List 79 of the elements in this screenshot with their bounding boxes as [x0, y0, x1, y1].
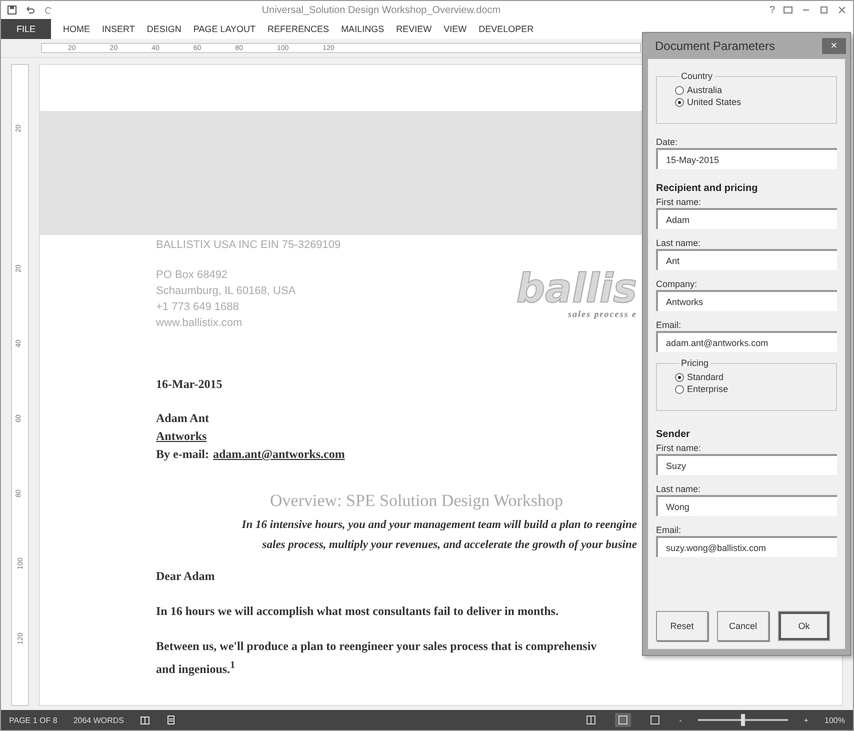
- logo-text: ballis: [516, 269, 637, 309]
- zoom-out-button[interactable]: -: [679, 716, 682, 724]
- zoom-percent[interactable]: 100%: [824, 716, 845, 724]
- undo-icon[interactable]: [25, 5, 35, 15]
- ribbon-tab[interactable]: DESIGN: [140, 19, 188, 39]
- input-field[interactable]: suzy.wong@ballistix.com: [656, 536, 837, 557]
- close-icon[interactable]: [837, 5, 847, 15]
- input-field[interactable]: Antworks: [656, 290, 837, 311]
- company-line: BALLISTIX USA INC EIN 75-3269109: [156, 238, 341, 253]
- ribbon-tab[interactable]: INSERT: [96, 19, 141, 39]
- address-line: PO Box 68492: [156, 268, 229, 283]
- redo-icon[interactable]: [43, 5, 53, 15]
- radio-button[interactable]: [675, 384, 684, 394]
- paragraph-line: In 16 hours we will accomplish what most consultants fail to deliver in months.: [156, 603, 558, 620]
- radio-label[interactable]: Australia: [687, 85, 722, 95]
- ribbon-tab[interactable]: PAGE LAYOUT: [187, 19, 262, 39]
- document-heading: Overview: SPE Solution Design Workshop: [270, 491, 563, 511]
- group-label: Pricing: [680, 358, 710, 368]
- address-line: www.ballistix.com: [156, 316, 244, 331]
- radio-button[interactable]: [675, 372, 684, 382]
- address-line: Schaumburg, IL 60168, USA: [156, 284, 296, 299]
- document-icon[interactable]: [166, 715, 176, 725]
- field-label: Date:: [656, 137, 679, 148]
- zoom-slider-thumb[interactable]: [740, 714, 745, 726]
- radio-label[interactable]: Enterprise: [687, 384, 728, 394]
- maximize-icon[interactable]: [819, 5, 829, 15]
- email-link[interactable]: adam.ant@antworks.com: [213, 445, 345, 463]
- zoom-in-button[interactable]: +: [804, 716, 809, 724]
- radio-label[interactable]: Standard: [687, 372, 724, 382]
- group-label: Country: [680, 71, 714, 81]
- radio-button[interactable]: [675, 86, 684, 94]
- field-label: Last name:: [656, 238, 702, 249]
- salutation: Dear Adam: [156, 568, 215, 585]
- book-icon[interactable]: [140, 715, 150, 725]
- ribbon-display-icon[interactable]: [783, 5, 793, 15]
- ribbon-tab[interactable]: REFERENCES: [262, 19, 336, 39]
- section-heading: Recipient and pricing: [656, 183, 759, 194]
- address-line: +1 773 649 1688: [156, 300, 240, 315]
- radio-label[interactable]: United States: [687, 97, 742, 107]
- radio-button[interactable]: [675, 98, 684, 106]
- input-field[interactable]: Ant: [656, 249, 837, 270]
- file-tab[interactable]: FILE: [1, 19, 51, 39]
- input-field[interactable]: adam.ant@antworks.com: [656, 331, 837, 352]
- logo-tagline: sales process e: [568, 309, 637, 319]
- intro-line: sales process, multiply your revenues, and accelerate the growth of your busine: [262, 538, 637, 553]
- recipient-company: Antworks: [156, 428, 207, 445]
- paragraph-line: Between us, we'll produce a plan to reengineer your sales process that is comprehensiv: [156, 638, 597, 655]
- ribbon-tab[interactable]: VIEW: [438, 19, 473, 39]
- paragraph-line: and ingenious.$^{1}$: [156, 659, 236, 678]
- save-icon[interactable]: [7, 5, 17, 15]
- input-field[interactable]: Adam: [656, 208, 837, 229]
- close-button[interactable]: ×: [822, 38, 846, 54]
- page-count[interactable]: PAGE 1 OF 8: [9, 716, 58, 724]
- help-button[interactable]: ?: [769, 4, 775, 16]
- ribbon-tab[interactable]: DEVELOPER: [472, 19, 540, 39]
- input-field[interactable]: Suzy: [656, 454, 837, 475]
- field-label: Company:: [656, 279, 698, 290]
- field-label: First name:: [656, 443, 702, 454]
- input-field[interactable]: 15-May-2015: [656, 148, 837, 169]
- field-label: First name:: [656, 197, 702, 208]
- input-field[interactable]: Wong: [656, 495, 837, 516]
- ribbon-tab[interactable]: REVIEW: [390, 19, 438, 39]
- word-count[interactable]: 2064 WORDS: [73, 716, 124, 724]
- field-label: Email:: [656, 320, 682, 331]
- field-label: Email:: [656, 525, 682, 536]
- field-label: Last name:: [656, 484, 702, 495]
- dialog-button[interactable]: Cancel: [717, 611, 769, 641]
- section-heading: Sender: [656, 429, 691, 440]
- window-title: Universal_Solution Design Workshop_Overview.docm: [260, 4, 502, 16]
- dialog-title: Document Parameters: [655, 39, 776, 53]
- ribbon-tab[interactable]: HOME: [57, 19, 96, 39]
- ribbon-tab[interactable]: MAILINGS: [335, 19, 390, 39]
- intro-line: In 16 intensive hours, you and your management team will build a plan to reengine: [242, 518, 637, 533]
- letter-date: 16-Mar-2015: [156, 376, 222, 393]
- recipient-name: Adam Ant: [156, 410, 210, 427]
- view-button[interactable]: [615, 713, 632, 727]
- dialog-button[interactable]: Reset: [656, 611, 708, 641]
- email-label: By e-mail:: [156, 446, 209, 463]
- dialog-button[interactable]: Ok: [778, 611, 830, 641]
